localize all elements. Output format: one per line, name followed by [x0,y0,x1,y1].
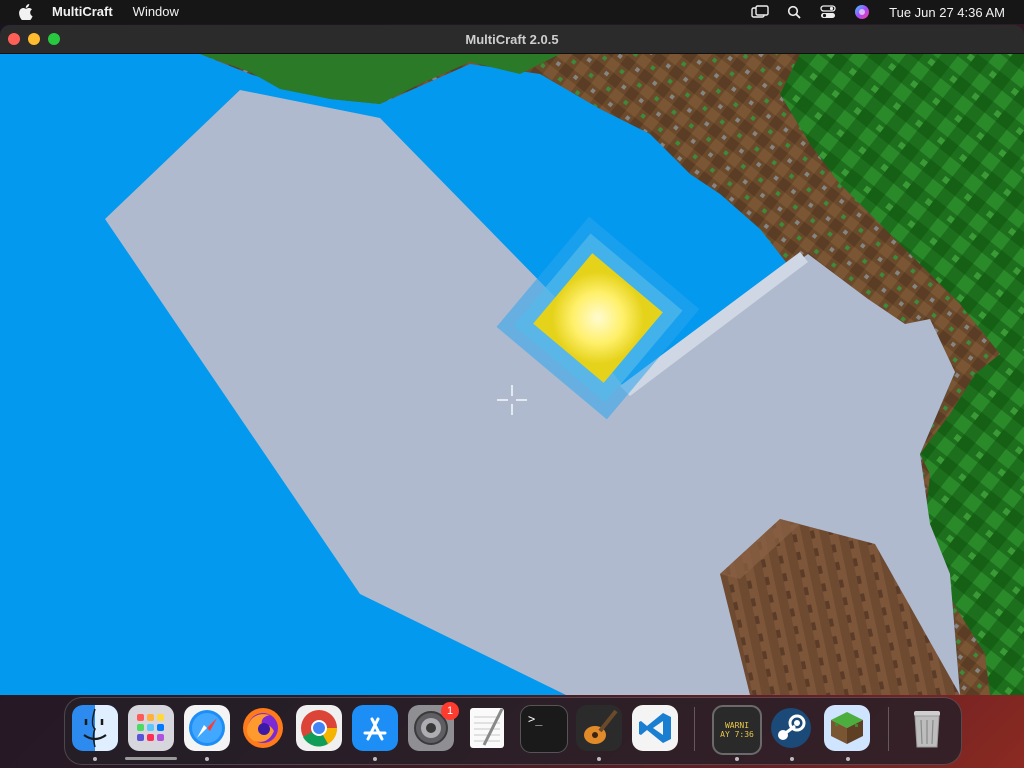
console-line-2: AY 7:36 [720,730,754,739]
safari-running-dot [205,757,209,761]
chrome-icon[interactable] [296,705,342,751]
siri-icon[interactable] [853,4,871,20]
search-icon[interactable] [785,4,803,20]
garageband-icon[interactable] [576,705,622,751]
multicraft-running-dot [846,757,850,761]
garageband-running-dot [597,757,601,761]
vscode-icon[interactable] [632,705,678,751]
terminal-prompt: >_ [528,712,543,726]
screen-mirroring-icon[interactable] [751,4,769,20]
status-area: Tue Jun 27 4:36 AM [735,4,1024,20]
steam-icon[interactable] [768,705,814,751]
launchpad-indicator [125,757,177,760]
multicraft-icon[interactable] [824,705,870,751]
dock-separator [694,707,695,751]
multicraft-window: MultiCraft 2.0.5 [0,25,1024,695]
minimize-window-button[interactable] [28,33,40,45]
textedit-icon[interactable] [464,705,510,751]
menubar: MultiCraft Window Tue Jun 27 4:36 AM [0,0,1024,24]
console-icon[interactable]: WARNI AY 7:36 [712,705,762,755]
system-settings-badge: 1 [441,702,459,720]
control-center-icon[interactable] [819,4,837,20]
console-running-dot [735,757,739,761]
menubar-clock[interactable]: Tue Jun 27 4:36 AM [889,5,1005,20]
app-store-icon[interactable] [352,705,398,751]
trash-icon[interactable] [904,705,950,751]
game-scene [0,54,1024,695]
window-titlebar[interactable]: MultiCraft 2.0.5 [0,25,1024,54]
zoom-window-button[interactable] [48,33,60,45]
finder-running-dot [93,757,97,761]
terminal-icon[interactable]: >_ [520,705,568,753]
console-line-1: WARNI [724,721,750,730]
game-viewport[interactable] [0,54,1024,695]
app-store-running-dot [373,757,377,761]
steam-running-dot [790,757,794,761]
close-window-button[interactable] [8,33,20,45]
window-menu[interactable]: Window [133,0,179,24]
firefox-icon[interactable] [240,705,286,751]
finder-icon[interactable] [72,705,118,751]
app-menu[interactable]: MultiCraft [52,0,113,24]
apple-menu-icon[interactable] [18,4,34,20]
safari-icon[interactable] [184,705,230,751]
launchpad-icon[interactable] [128,705,174,751]
window-title: MultiCraft 2.0.5 [465,31,559,47]
dock-separator-trash [888,707,889,751]
